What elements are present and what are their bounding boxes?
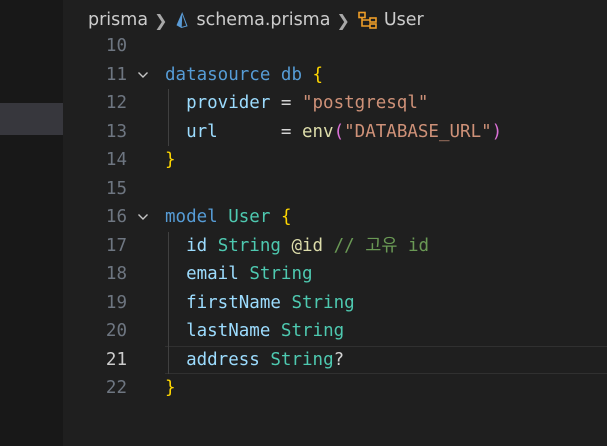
breadcrumb-file[interactable]: schema.prisma <box>173 10 330 30</box>
breadcrumb-symbol-label: User <box>383 10 424 30</box>
code-editor[interactable]: prisma ❯ schema.prisma ❯ User 10 11 dataso… <box>63 0 607 446</box>
code-line[interactable]: 10 <box>63 32 607 61</box>
line-number: 10 <box>105 36 127 56</box>
code-token: model <box>165 207 218 227</box>
code-token: address <box>186 349 260 370</box>
code-token: provider <box>186 93 271 113</box>
code-token: env <box>301 121 334 142</box>
code-text: } <box>165 146 176 175</box>
code-text: } <box>165 374 176 403</box>
code-line[interactable]: 22} <box>63 374 607 403</box>
code-text: url = env("DATABASE_URL") <box>165 118 502 147</box>
line-number: 20 <box>105 321 127 341</box>
code-line[interactable]: 14} <box>63 146 607 175</box>
code-text: provider = "postgresql" <box>165 89 428 118</box>
model-structure-icon <box>358 11 377 29</box>
explorer-selected-item[interactable] <box>0 103 63 135</box>
code-token: { <box>312 64 324 85</box>
line-number: 22 <box>105 378 127 398</box>
code-token: lastName <box>186 321 271 341</box>
code-token: String <box>270 349 334 370</box>
code-text: model User { <box>165 203 291 232</box>
line-number: 21 <box>105 349 127 370</box>
code-text: lastName String <box>165 317 344 346</box>
code-token: id <box>186 235 208 256</box>
code-token: ) <box>491 121 503 142</box>
code-token: } <box>165 378 176 398</box>
code-token: = <box>270 93 302 113</box>
line-number: 11 <box>105 64 127 85</box>
chevron-right-icon: ❯ <box>336 10 350 30</box>
indent-guide <box>168 89 169 146</box>
code-token: = <box>217 121 302 142</box>
line-number: 17 <box>105 235 127 256</box>
code-token: "DATABASE_URL" <box>344 121 492 142</box>
code-line[interactable]: 21 address String? <box>63 345 607 375</box>
code-token: String <box>249 264 313 284</box>
code-line[interactable]: 11 datasource db { <box>63 61 607 90</box>
code-token: ( <box>333 121 345 142</box>
code-token: { <box>280 207 292 227</box>
code-token: @id <box>291 235 324 256</box>
code-token: email <box>186 264 239 284</box>
chevron-down-icon[interactable] <box>137 211 149 223</box>
code-line[interactable]: 12 provider = "postgresql" <box>63 89 607 118</box>
line-number: 16 <box>105 207 127 227</box>
code-text: address String? <box>165 346 344 375</box>
code-token: String <box>217 235 281 256</box>
code-line[interactable]: 20 lastName String <box>63 317 607 346</box>
code-token: String <box>291 292 355 313</box>
line-number: 15 <box>105 178 127 199</box>
code-line[interactable]: 15 <box>63 175 607 204</box>
code-line[interactable]: 19 firstName String <box>63 289 607 318</box>
code-token: String <box>280 321 345 341</box>
code-line[interactable]: 16 model User { <box>63 203 607 232</box>
breadcrumb-folder[interactable]: prisma <box>88 10 148 30</box>
line-number: 19 <box>105 292 127 313</box>
code-line[interactable]: 18 email String <box>63 260 607 289</box>
breadcrumb-symbol[interactable]: User <box>356 10 424 30</box>
breadcrumb-file-label: schema.prisma <box>196 10 331 30</box>
code-token: User <box>228 207 271 227</box>
breadcrumb-folder-label: prisma <box>88 10 149 30</box>
code-text: email String <box>165 260 313 289</box>
code-token: db <box>280 64 302 85</box>
code-text: datasource db { <box>165 61 323 90</box>
code-line[interactable]: 17 id String @id // 고유 id <box>63 232 607 261</box>
code-token: "postgresql" <box>301 93 429 113</box>
line-number: 12 <box>105 93 127 113</box>
indent-guide <box>168 231 169 374</box>
code-token: datasource <box>165 64 271 85</box>
explorer-sidebar <box>0 0 63 446</box>
line-number: 13 <box>105 121 127 142</box>
prisma-icon <box>176 12 189 28</box>
code-token: // 고유 id <box>333 235 430 256</box>
code-text: firstName String <box>165 289 355 318</box>
code-text: id String @id // 고유 id <box>165 232 429 261</box>
chevron-right-icon: ❯ <box>154 10 168 30</box>
line-number: 14 <box>105 150 127 170</box>
code-token: } <box>165 150 176 170</box>
code-token: url <box>186 121 218 142</box>
code-token: ? <box>333 349 345 370</box>
chevron-down-icon[interactable] <box>137 69 149 81</box>
code-line[interactable]: 13 url = env("DATABASE_URL") <box>63 118 607 147</box>
line-number: 18 <box>105 264 127 284</box>
code-token: firstName <box>186 292 281 313</box>
